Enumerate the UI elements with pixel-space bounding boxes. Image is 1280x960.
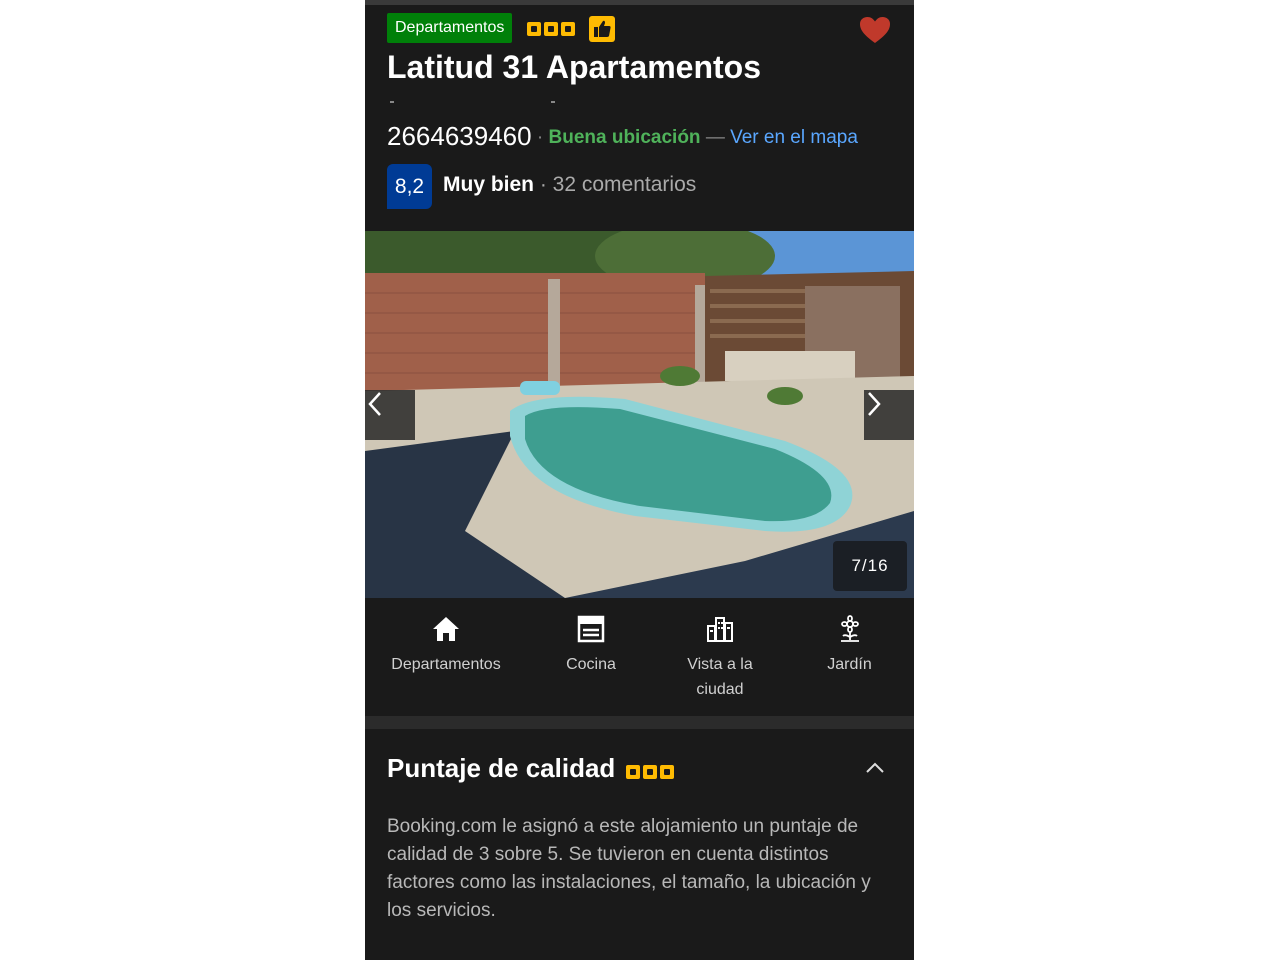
facility-label: Vista a la ciudad (687, 656, 753, 698)
thumbs-up-icon (589, 16, 615, 42)
chevron-up-icon[interactable] (863, 759, 887, 777)
phone-number[interactable]: 2664639460 (387, 121, 532, 151)
photo-counter: 7/16 (833, 541, 907, 591)
quality-square-icon (544, 22, 558, 36)
review-summary[interactable]: Muy bien · 32 comentarios (443, 173, 696, 197)
location-label: Buena ubicación (548, 127, 701, 148)
quality-square-icon (643, 765, 657, 779)
review-score-word: Muy bien (443, 173, 535, 196)
quality-square-icon (561, 22, 575, 36)
facility-item: Cocina (527, 598, 655, 716)
separator-mark (390, 101, 394, 103)
separator: — (705, 127, 725, 148)
photo-gallery[interactable]: 7/16 (365, 231, 914, 598)
quality-squares (527, 22, 575, 36)
review-score-badge[interactable]: 8,2 (387, 164, 432, 209)
quality-section-description: Booking.com le asignó a este alojamiento… (387, 816, 871, 921)
facility-label: Jardín (827, 656, 872, 673)
facility-label: Departamentos (391, 656, 501, 673)
previous-photo-button[interactable] (365, 390, 415, 440)
separator-mark (551, 101, 555, 103)
quality-square-icon (660, 765, 674, 779)
house-icon (433, 617, 459, 641)
oven-icon (577, 615, 605, 643)
chevron-right-icon (868, 392, 881, 416)
contact-line: 2664639460 · Buena ubicación — Ver en el… (387, 121, 858, 151)
next-photo-button[interactable] (864, 390, 914, 440)
city-icon (707, 617, 733, 642)
facility-item: Jardín (785, 598, 914, 716)
quality-square-icon (626, 765, 640, 779)
facility-item: Vista a la ciudad (655, 598, 785, 716)
quality-rating-section: Puntaje de calidad Booking.com le asignó… (365, 729, 914, 960)
property-header: Departamentos Latitud 31 Apartamentos 26… (365, 5, 914, 231)
pool-photo (365, 231, 914, 598)
quality-square-icon (527, 22, 541, 36)
property-title: Latitud 31 Apartamentos (387, 49, 761, 85)
flower-icon (840, 615, 859, 642)
favorite-heart-icon[interactable] (858, 15, 892, 45)
app-screen: Departamentos Latitud 31 Apartamentos 26… (365, 0, 914, 960)
facilities-row: Departamentos Cocina Vista a la ciudad J… (365, 598, 914, 716)
facility-label: Cocina (566, 656, 616, 673)
review-count: · 32 comentarios (539, 173, 697, 196)
quality-squares (626, 765, 674, 779)
chevron-left-icon (368, 392, 381, 416)
property-type-badge: Departamentos (387, 13, 513, 43)
quality-section-title: Puntaje de calidad (387, 753, 616, 783)
view-on-map-link[interactable]: Ver en el mapa (730, 127, 858, 148)
facility-item: Departamentos (365, 598, 527, 716)
section-divider (365, 716, 914, 729)
